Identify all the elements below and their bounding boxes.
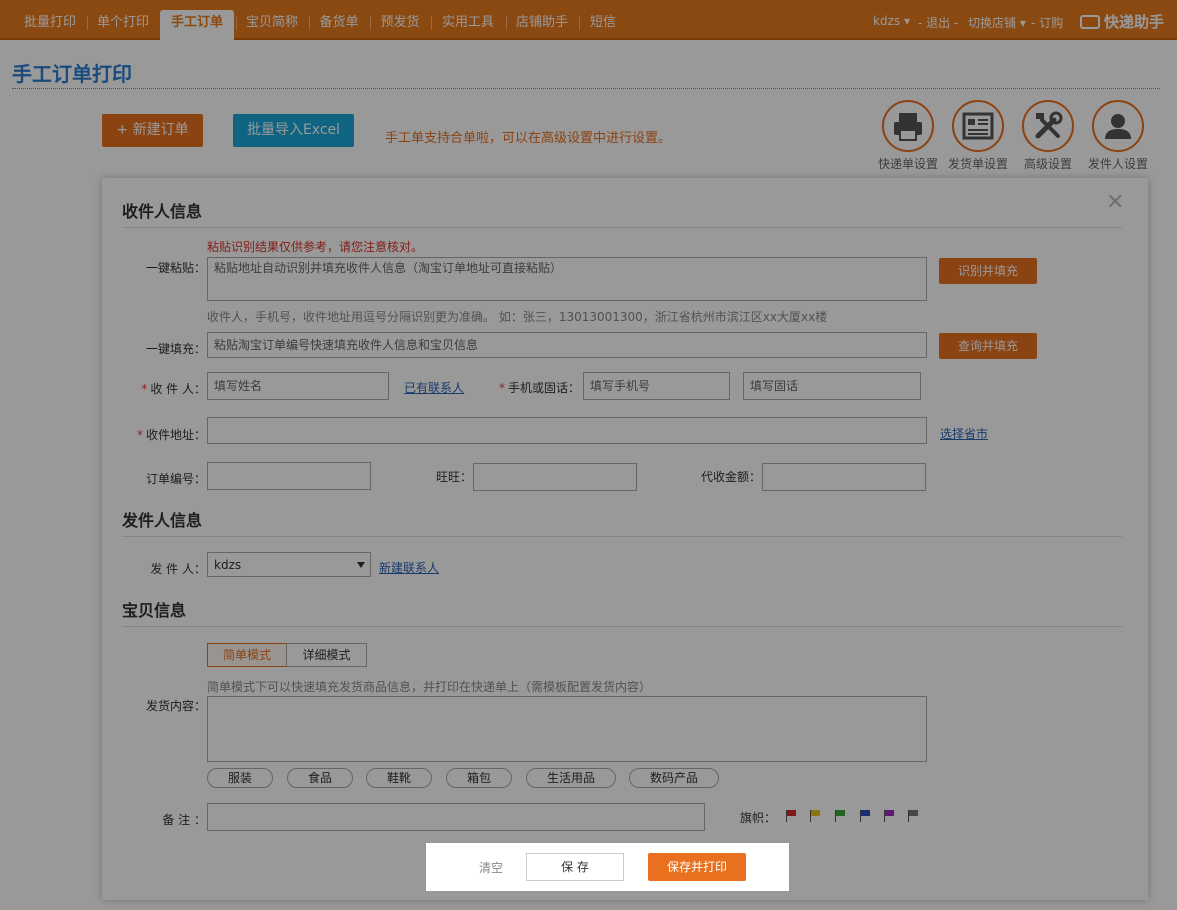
save-button[interactable]: 保 存 <box>526 853 624 881</box>
order-number-label: 订单编号： <box>145 472 206 486</box>
user-icon <box>1092 100 1144 152</box>
goods-heading: 宝贝信息 <box>122 601 187 620</box>
tools-icon <box>1022 100 1074 152</box>
divider <box>122 536 1122 537</box>
divider <box>122 227 1122 228</box>
content-label: 发货内容： <box>145 699 206 713</box>
divider <box>12 88 1160 89</box>
paste-label: 一键粘贴： <box>145 261 206 275</box>
mobile-field[interactable]: 填写手机号 <box>583 372 730 400</box>
existing-contact-link[interactable]: 已有联系人 <box>404 379 464 396</box>
tab-batch-print[interactable]: 批量打印 <box>14 9 86 37</box>
tab-item-alias[interactable]: 宝贝简称 <box>236 9 308 37</box>
remark-field[interactable] <box>207 803 705 831</box>
order-id-fill-field[interactable]: 粘贴淘宝订单编号快速填充收件人信息和宝贝信息 <box>207 332 927 358</box>
recognize-fill-button[interactable]: 识别并填充 <box>939 258 1037 284</box>
flag-gray-icon[interactable] <box>907 810 919 822</box>
express-settings-button[interactable]: 快递单设置 <box>873 100 943 172</box>
order-number-field[interactable] <box>207 462 371 490</box>
page-title: 手工订单打印 <box>12 62 132 86</box>
tab-sms[interactable]: 短信 <box>579 9 627 37</box>
order-link[interactable]: - 订购 <box>1031 14 1063 31</box>
invoice-icon <box>952 100 1004 152</box>
fill-label: 一键填充： <box>145 342 206 356</box>
new-order-button[interactable]: + 新建订单 <box>102 114 203 147</box>
save-and-print-button[interactable]: 保存并打印 <box>648 853 746 881</box>
telephone-field[interactable]: 填写固话 <box>743 372 921 400</box>
tab-stock-list[interactable]: 备货单 <box>309 9 369 37</box>
switch-shop-link[interactable]: 切换店铺 ▾ <box>968 14 1026 31</box>
simple-mode-hint: 简单模式下可以快速填充发货商品信息，并打印在快递单上（需模板配置发货内容） <box>207 680 652 694</box>
flag-purple-icon[interactable] <box>883 810 895 822</box>
cod-amount-field[interactable] <box>762 463 926 491</box>
logout-link[interactable]: - 退出 - <box>918 14 958 31</box>
flag-red-icon[interactable] <box>785 810 797 822</box>
chip-shoes[interactable]: 鞋靴 <box>366 768 432 788</box>
clear-button[interactable]: 清空 <box>479 859 503 876</box>
cod-amount-label: 代收金额： <box>700 470 761 484</box>
recipient-name-field[interactable]: 填写姓名 <box>207 372 389 400</box>
close-icon[interactable]: ✕ <box>1106 190 1124 215</box>
chevron-down-icon <box>357 562 365 568</box>
paste-hint: 收件人，手机号，收件地址用逗号分隔识别更为准确。 如：张三，1301300130… <box>207 310 828 324</box>
choose-province-link[interactable]: 选择省市 <box>940 425 988 442</box>
query-fill-button[interactable]: 查询并填充 <box>939 333 1037 359</box>
chip-digital[interactable]: 数码产品 <box>629 768 719 788</box>
address-field[interactable] <box>207 417 927 444</box>
wangwang-label: 旺旺： <box>435 470 472 484</box>
top-nav: 批量打印 单个打印 手工订单 宝贝简称 备货单 预发货 实用工具 店铺助手 短信… <box>0 0 1177 40</box>
paste-warning: 粘贴识别结果仅供参考，请您注意核对。 <box>207 240 424 254</box>
chevron-down-icon: ▾ <box>1019 16 1026 30</box>
new-contact-link[interactable]: 新建联系人 <box>379 559 439 576</box>
tab-pre-ship[interactable]: 预发货 <box>370 9 430 37</box>
paste-address-field[interactable]: 粘贴地址自动识别并填充收件人信息（淘宝订单地址可直接粘贴） <box>207 257 927 301</box>
chip-clothing[interactable]: 服装 <box>207 768 273 788</box>
invoice-settings-button[interactable]: 发货单设置 <box>943 100 1013 172</box>
import-excel-button[interactable]: 批量导入Excel <box>233 114 354 147</box>
user-name[interactable]: kdzs ▾ <box>873 14 910 28</box>
app-logo: 快递助手 <box>1080 11 1164 32</box>
remark-label: 备 注 ： <box>162 813 206 827</box>
tab-tools[interactable]: 实用工具 <box>431 9 505 37</box>
recipient-heading: 收件人信息 <box>122 202 203 221</box>
tab-shop-assistant[interactable]: 店铺助手 <box>506 9 578 37</box>
flag-label: 旗帜： <box>739 811 776 825</box>
logo-icon <box>1080 15 1100 29</box>
sender-label: 发 件 人： <box>150 562 206 576</box>
address-label: * 收件地址： <box>136 428 206 442</box>
sender-settings-button[interactable]: 发件人设置 <box>1083 100 1153 172</box>
phone-label: * 手机或固话： <box>498 381 580 395</box>
chevron-down-icon: ▾ <box>903 14 910 28</box>
tab-detail-mode[interactable]: 详细模式 <box>286 643 367 667</box>
printer-icon <box>882 100 934 152</box>
sender-heading: 发件人信息 <box>122 511 203 530</box>
sender-select[interactable]: kdzs <box>207 552 371 577</box>
recipient-name-label: * 收 件 人： <box>141 382 206 396</box>
chip-daily-goods[interactable]: 生活用品 <box>526 768 616 788</box>
advanced-settings-button[interactable]: 高级设置 <box>1013 100 1083 172</box>
flag-blue-icon[interactable] <box>859 810 871 822</box>
flag-yellow-icon[interactable] <box>809 810 821 822</box>
tab-manual-order[interactable]: 手工订单 <box>160 10 234 40</box>
tab-single-print[interactable]: 单个打印 <box>87 9 159 37</box>
chip-food[interactable]: 食品 <box>287 768 353 788</box>
tab-simple-mode[interactable]: 简单模式 <box>207 643 287 667</box>
divider <box>122 626 1122 627</box>
merge-tip: 手工单支持合单啦，可以在高级设置中进行设置。 <box>385 131 672 146</box>
shipment-content-field[interactable] <box>207 696 927 762</box>
flag-green-icon[interactable] <box>834 810 846 822</box>
save-bar: 清空 保 存 保存并打印 <box>426 843 789 891</box>
wangwang-field[interactable] <box>473 463 637 491</box>
chip-bags[interactable]: 箱包 <box>446 768 512 788</box>
